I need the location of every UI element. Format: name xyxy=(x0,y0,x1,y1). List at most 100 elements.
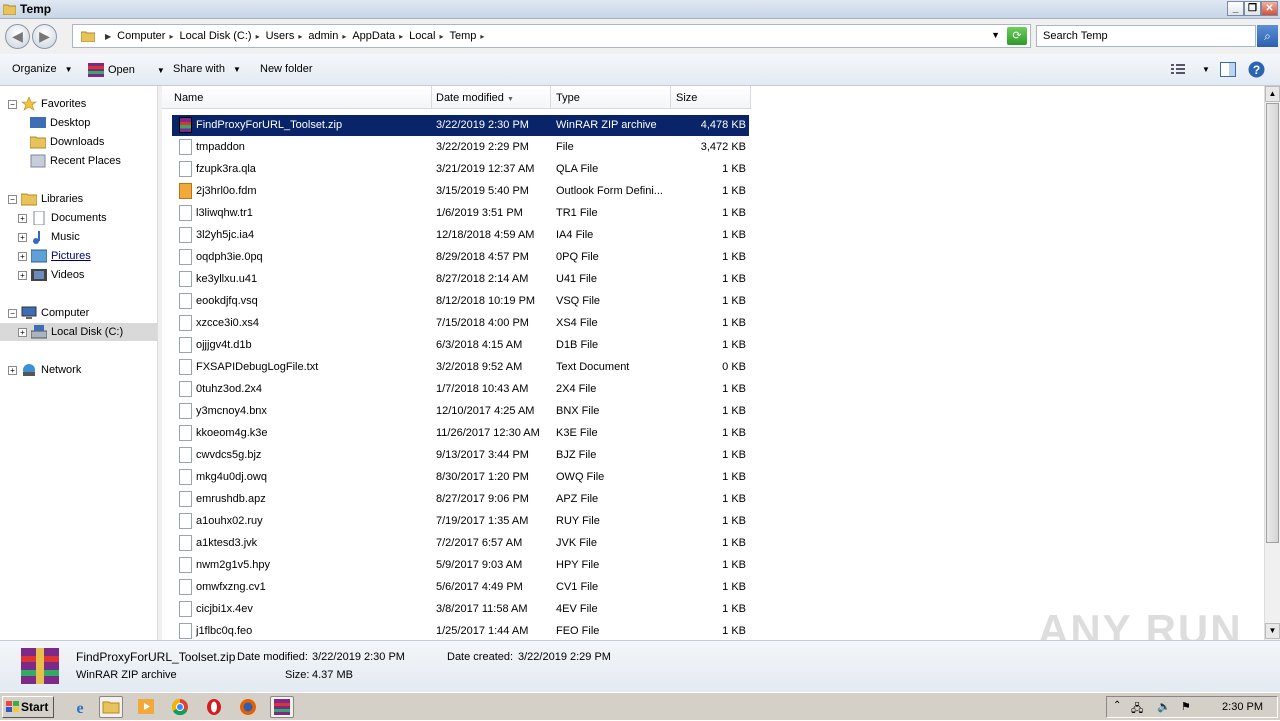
expand-icon[interactable]: + xyxy=(18,213,27,223)
file-row[interactable]: FindProxyForURL_Toolset.zip 3/22/2019 2:3… xyxy=(172,115,749,136)
maximize-button[interactable]: ❐ xyxy=(1244,1,1261,16)
file-row[interactable]: tmpaddon 3/22/2019 2:29 PM File 3,472 KB xyxy=(172,137,749,158)
search-input[interactable]: Search Temp xyxy=(1036,25,1256,47)
column-header-date[interactable]: Date modified ▼ xyxy=(432,86,551,109)
file-row[interactable]: cwvdcs5g.bjz 9/13/2017 3:44 PM BJZ File 1 K… xyxy=(172,445,749,466)
breadcrumb-users[interactable]: Users xyxy=(266,30,295,42)
sidebar-item-documents[interactable]: + Documents xyxy=(18,209,107,227)
column-header-name[interactable]: Name xyxy=(162,86,432,109)
file-row[interactable]: a1ouhx02.ruy 7/19/2017 1:35 AM RUY File 1 K… xyxy=(172,511,749,532)
scroll-thumb[interactable] xyxy=(1266,103,1279,543)
minimize-button[interactable]: _ xyxy=(1227,1,1244,16)
file-row[interactable]: oqdph3ie.0pq 8/29/2018 4:57 PM 0PQ File 1 K… xyxy=(172,247,749,268)
expand-icon[interactable]: + xyxy=(18,327,27,337)
file-row[interactable]: l3liwqhw.tr1 1/6/2019 3:51 PM TR1 File 1 KB xyxy=(172,203,749,224)
ie-icon[interactable]: e xyxy=(68,696,92,718)
sidebar-item-favorites[interactable]: − Favorites xyxy=(8,95,86,113)
breadcrumb-appdata[interactable]: AppData xyxy=(352,30,395,42)
explorer-icon[interactable] xyxy=(99,696,123,718)
breadcrumb-local[interactable]: Local xyxy=(409,30,435,42)
chevron-right-icon[interactable]: ▸ xyxy=(298,32,302,41)
sidebar-item-videos[interactable]: + Videos xyxy=(18,266,84,284)
sidebar-item-network[interactable]: + Network xyxy=(8,361,81,379)
winrar-taskbar-icon[interactable] xyxy=(270,696,294,718)
sidebar-item-libraries[interactable]: − Libraries xyxy=(8,190,83,208)
sidebar-item-music[interactable]: + Music xyxy=(18,228,80,246)
back-button[interactable]: ◀ xyxy=(5,24,30,49)
file-row[interactable]: FXSAPIDebugLogFile.txt 3/2/2018 9:52 AM Te… xyxy=(172,357,749,378)
forward-button[interactable]: ▶ xyxy=(32,24,57,49)
file-row[interactable]: mkg4u0dj.owq 8/30/2017 1:20 PM OWQ File 1 K… xyxy=(172,467,749,488)
sidebar-item-downloads[interactable]: Downloads xyxy=(30,133,104,151)
refresh-button[interactable]: ⟳ xyxy=(1007,27,1027,45)
chevron-right-icon[interactable]: ▸ xyxy=(169,32,173,41)
scroll-down-icon[interactable]: ▼ xyxy=(1265,623,1280,639)
file-row[interactable]: 3l2yh5jc.ia4 12/18/2018 4:59 AM IA4 File 1 … xyxy=(172,225,749,246)
file-row[interactable]: 0tuhz3od.2x4 1/7/2018 10:43 AM 2X4 File 1 K… xyxy=(172,379,749,400)
view-options-button[interactable]: ▼ xyxy=(1170,62,1210,76)
close-button[interactable]: ✕ xyxy=(1261,1,1278,16)
column-header-type[interactable]: Type xyxy=(551,86,671,109)
file-row[interactable]: a1ktesd3.jvk 7/2/2017 6:57 AM JVK File 1 KB xyxy=(172,533,749,554)
file-row[interactable]: ojjjgv4t.d1b 6/3/2018 4:15 AM D1B File 1 KB xyxy=(172,335,749,356)
clock[interactable]: 2:30 PM xyxy=(1222,701,1263,713)
file-row[interactable]: 2j3hrl0o.fdm 3/15/2019 5:40 PM Outlook For… xyxy=(172,181,749,202)
chevron-up-icon[interactable]: ⌃ xyxy=(1113,700,1121,711)
column-header-size[interactable]: Size xyxy=(671,86,751,109)
help-button[interactable]: ? xyxy=(1248,61,1265,78)
file-row[interactable]: kkoeom4g.k3e 11/26/2017 12:30 AM K3E File 1… xyxy=(172,423,749,444)
file-icon xyxy=(179,579,192,595)
open-button[interactable]: Open ▼ xyxy=(88,63,165,77)
opera-icon[interactable] xyxy=(202,696,226,718)
network-tray-icon[interactable]: 🖧 xyxy=(1131,700,1143,719)
expand-icon[interactable]: + xyxy=(18,251,27,261)
chevron-down-icon[interactable]: ▼ xyxy=(991,30,1000,40)
file-row[interactable]: y3mcnoy4.bnx 12/10/2017 4:25 AM BNX File 1 … xyxy=(172,401,749,422)
preview-pane-button[interactable] xyxy=(1220,62,1236,77)
file-row[interactable]: xzcce3i0.xs4 7/15/2018 4:00 PM XS4 File 1 K… xyxy=(172,313,749,334)
breadcrumb-temp[interactable]: Temp xyxy=(449,30,476,42)
chevron-right-icon[interactable]: ▸ xyxy=(480,32,484,41)
expand-icon[interactable]: + xyxy=(18,232,27,242)
expand-icon[interactable]: + xyxy=(8,365,17,375)
address-bar[interactable]: ▶ Computer ▸ Local Disk (C:) ▸ Users ▸ admi… xyxy=(72,24,1031,48)
share-with-button[interactable]: Share with ▼ xyxy=(173,63,241,75)
volume-icon[interactable]: 🔈 xyxy=(1157,700,1171,713)
chevron-right-icon[interactable]: ▸ xyxy=(342,32,346,41)
expand-icon[interactable]: + xyxy=(18,270,27,280)
chevron-right-icon[interactable]: ▸ xyxy=(399,32,403,41)
vertical-scrollbar[interactable]: ▲ ▼ xyxy=(1264,86,1280,640)
organize-button[interactable]: Organize ▼ xyxy=(12,63,73,75)
file-row[interactable]: fzupk3ra.qla 3/21/2019 12:37 AM QLA File 1 … xyxy=(172,159,749,180)
chevron-down-icon[interactable]: ▼ xyxy=(1202,65,1210,74)
chevron-right-icon[interactable]: ▸ xyxy=(439,32,443,41)
start-button[interactable]: Start xyxy=(2,696,54,718)
chrome-icon[interactable] xyxy=(168,696,192,718)
file-row[interactable]: emrushdb.apz 8/27/2017 9:06 PM APZ File 1 K… xyxy=(172,489,749,510)
file-row[interactable]: ke3yllxu.u41 8/27/2018 2:14 AM U41 File 1 K… xyxy=(172,269,749,290)
file-row[interactable]: omwfxzng.cv1 5/6/2017 4:49 PM CV1 File 1 KB xyxy=(172,577,749,598)
sidebar-item-computer[interactable]: − Computer xyxy=(8,304,89,322)
sidebar-item-local-disk[interactable]: + Local Disk (C:) xyxy=(0,323,157,341)
file-row[interactable]: cicjbi1x.4ev 3/8/2017 11:58 AM 4EV File 1 K… xyxy=(172,599,749,620)
scroll-up-icon[interactable]: ▲ xyxy=(1265,86,1280,102)
media-player-icon[interactable] xyxy=(134,696,158,718)
file-row[interactable]: nwm2g1v5.hpy 5/9/2017 9:03 AM HPY File 1 KB xyxy=(172,555,749,576)
breadcrumb-admin[interactable]: admin xyxy=(308,30,338,42)
file-row[interactable]: eookdjfq.vsq 8/12/2018 10:19 PM VSQ File 1 … xyxy=(172,291,749,312)
search-icon[interactable]: ⌕ xyxy=(1257,25,1278,47)
firefox-icon[interactable] xyxy=(236,696,260,718)
collapse-icon[interactable]: − xyxy=(8,194,17,204)
chevron-right-icon[interactable]: ▶ xyxy=(105,32,111,41)
flag-icon[interactable]: ⚑ xyxy=(1181,700,1191,713)
collapse-icon[interactable]: − xyxy=(8,308,17,318)
file-row[interactable]: j1flbc0q.feo 1/25/2017 1:44 AM FEO File 1 K… xyxy=(172,621,749,640)
breadcrumb-local-disk[interactable]: Local Disk (C:) xyxy=(179,30,251,42)
collapse-icon[interactable]: − xyxy=(8,99,17,109)
chevron-right-icon[interactable]: ▸ xyxy=(256,32,260,41)
sidebar-item-pictures[interactable]: + Pictures xyxy=(18,247,91,265)
breadcrumb-computer[interactable]: Computer xyxy=(117,30,165,42)
sidebar-item-desktop[interactable]: Desktop xyxy=(30,114,90,132)
sidebar-item-recent-places[interactable]: Recent Places xyxy=(30,152,121,170)
new-folder-button[interactable]: New folder xyxy=(260,63,313,75)
